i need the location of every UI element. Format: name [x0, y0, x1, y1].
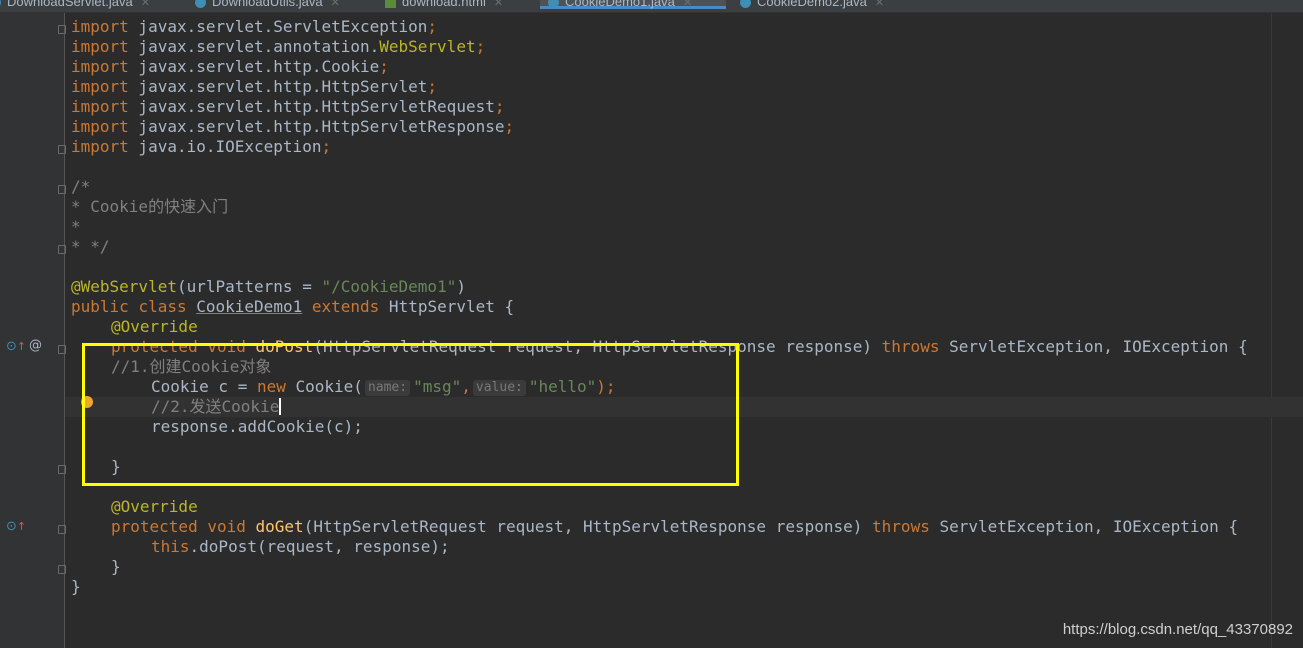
- java-class-icon: [548, 0, 559, 9]
- tab-label: DownloadServlet.java: [7, 0, 133, 9]
- tab-cookiedemo2[interactable]: CookieDemo2.java ✕: [740, 0, 884, 12]
- import-line: import javax.servlet.http.HttpServletRes…: [71, 117, 515, 136]
- close-icon[interactable]: ✕: [683, 0, 692, 9]
- class-name: CookieDemo1: [196, 297, 303, 316]
- close-icon[interactable]: ✕: [494, 0, 503, 9]
- override-annotation: @Override: [111, 497, 198, 516]
- close-icon[interactable]: ✕: [141, 0, 150, 9]
- editor-tab-bar: DownloadServlet.java ✕ DownloadUtils.java…: [0, 0, 1303, 13]
- fold-toggle-icon[interactable]: [58, 525, 66, 534]
- comment-line: * Cookie的快速入门: [71, 197, 229, 216]
- import-line: import javax.servlet.annotation.WebServl…: [71, 37, 486, 56]
- class-close-brace: }: [71, 577, 81, 596]
- right-margin-guide: [1271, 13, 1272, 648]
- editor-gutter: ⊙↑ @ ⊙↑: [0, 13, 66, 648]
- fold-toggle-icon[interactable]: [58, 345, 66, 354]
- tab-label: download.html: [402, 0, 486, 9]
- method-close-brace: }: [111, 557, 121, 576]
- override-up-arrow-icon[interactable]: ⊙↑: [6, 520, 26, 534]
- tab-cookiedemo1[interactable]: CookieDemo1.java ✕: [540, 0, 726, 9]
- java-class-icon: [195, 0, 206, 9]
- import-line: import javax.servlet.http.HttpServletReq…: [71, 97, 505, 116]
- html-file-icon: [385, 0, 396, 9]
- dopost-call-line: this.doPost(request, response);: [151, 537, 450, 556]
- class-declaration-line: public class CookieDemo1 extends HttpSer…: [71, 297, 515, 316]
- doget-signature-line: protected void doGet(HttpServletRequest …: [111, 517, 1239, 536]
- import-line: import java.io.IOException;: [71, 137, 332, 156]
- comment-line: *: [71, 217, 81, 236]
- import-line: import javax.servlet.http.HttpServlet;: [71, 77, 438, 96]
- fold-toggle-icon[interactable]: [58, 185, 66, 194]
- close-icon[interactable]: ✕: [331, 0, 340, 9]
- tab-label: CookieDemo2.java: [757, 0, 867, 9]
- fold-toggle-icon[interactable]: [58, 25, 66, 34]
- fold-toggle-icon[interactable]: [58, 145, 66, 154]
- override-up-arrow-icon[interactable]: ⊙↑: [6, 340, 26, 354]
- webservlet-annotation-line: @WebServlet(urlPatterns = "/CookieDemo1"…: [71, 277, 466, 296]
- fold-toggle-icon[interactable]: [58, 465, 66, 474]
- import-line: import javax.servlet.ServletException;: [71, 17, 438, 36]
- tab-label: CookieDemo1.java: [565, 0, 675, 9]
- tab-downloadutils[interactable]: DownloadUtils.java ✕: [195, 0, 340, 12]
- close-icon[interactable]: ✕: [875, 0, 884, 9]
- tab-label: DownloadUtils.java: [212, 0, 323, 9]
- highlight-box: [82, 343, 739, 486]
- override-annotation: @Override: [111, 317, 198, 336]
- watermark: https://blog.csdn.net/qq_43370892: [1062, 621, 1293, 638]
- fold-toggle-icon[interactable]: [58, 245, 66, 254]
- annotation-at-icon[interactable]: @: [29, 339, 42, 353]
- tab-downloadservlet[interactable]: DownloadServlet.java ✕: [0, 0, 150, 12]
- fold-toggle-icon[interactable]: [58, 565, 66, 574]
- java-class-icon: [0, 0, 1, 9]
- comment-line: * */: [71, 237, 110, 256]
- comment-line: /*: [71, 177, 91, 196]
- import-line: import javax.servlet.http.Cookie;: [71, 57, 389, 76]
- java-class-icon: [740, 0, 751, 9]
- tab-download-html[interactable]: download.html ✕: [385, 0, 503, 12]
